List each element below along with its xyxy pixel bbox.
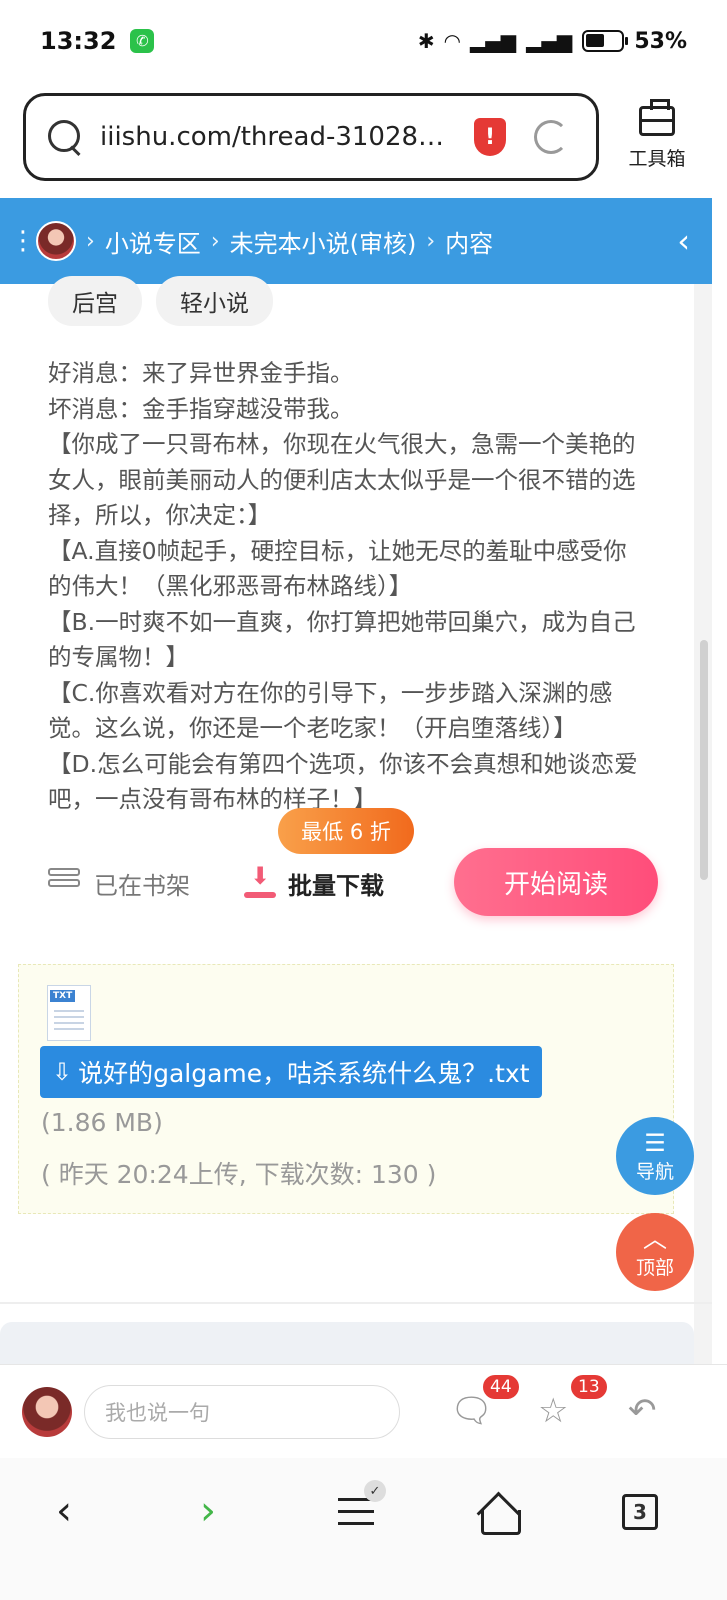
wifi-icon: ◠ bbox=[444, 29, 461, 53]
breadcrumb-item-novels[interactable]: 小说专区 bbox=[105, 224, 201, 259]
tabs-button[interactable]: 3 bbox=[622, 1494, 658, 1530]
status-time: 13:32 bbox=[40, 27, 117, 55]
comment-input[interactable]: 我也说一句 bbox=[84, 1385, 400, 1439]
favorite-count-badge: 13 bbox=[569, 1373, 609, 1401]
breadcrumb-item-unfinished[interactable]: 未完本小说(审核) bbox=[230, 224, 417, 259]
back-icon[interactable]: ‹ bbox=[56, 1488, 72, 1534]
back-to-top-label: 顶部 bbox=[635, 1257, 674, 1279]
chevron-right-icon: › bbox=[210, 228, 220, 254]
breadcrumb: ⋮ › 小说专区 › 未完本小说(审核) › 内容 ‹ bbox=[0, 198, 712, 284]
chevron-right-icon: › bbox=[86, 228, 95, 254]
txt-file-icon bbox=[47, 985, 91, 1041]
attachment-filename: 说好的galgame，咕杀系统什么鬼？.txt bbox=[78, 1059, 530, 1088]
forward-icon[interactable]: › bbox=[200, 1488, 216, 1534]
description-line: 【B.一时爽不如一直爽，你打算把她带回巢穴，成为自己的专属物！】 bbox=[48, 607, 636, 672]
tag-light-novel[interactable]: 轻小说 bbox=[156, 276, 273, 326]
home-icon[interactable] bbox=[478, 1490, 521, 1535]
phone-call-icon: ✆ bbox=[130, 29, 155, 53]
security-warning-icon[interactable]: ! bbox=[474, 118, 506, 156]
check-icon: ✓ bbox=[364, 1480, 386, 1502]
star-icon[interactable]: ☆ bbox=[538, 1391, 568, 1431]
more-vertical-icon[interactable]: ⋮ bbox=[10, 228, 36, 254]
comment-count-badge: 44 bbox=[481, 1373, 521, 1401]
navigation-float-button[interactable]: ☰ 导航 bbox=[616, 1117, 694, 1195]
bookshelf-icon bbox=[48, 868, 80, 898]
url-text[interactable]: iiishu.com/thread-310284-... bbox=[100, 122, 452, 152]
attachment-download-link[interactable]: ⇩ 说好的galgame，咕杀系统什么鬼？.txt bbox=[40, 1046, 542, 1098]
menu-icon[interactable] bbox=[338, 1498, 374, 1528]
arrow-up-icon: ︿ bbox=[643, 1225, 667, 1253]
tag-harem[interactable]: 后宫 bbox=[48, 276, 142, 326]
navigation-label: 导航 bbox=[635, 1161, 674, 1183]
discount-badge: 最低 6 折 bbox=[278, 808, 414, 854]
battery-icon bbox=[582, 30, 629, 52]
batch-download-button[interactable]: 批量下载 bbox=[288, 866, 384, 901]
reload-icon[interactable] bbox=[534, 120, 568, 154]
signal-icon-2: ▂▄▆ bbox=[526, 29, 573, 53]
battery-percent: 53% bbox=[634, 28, 687, 54]
comment-bar: 我也说一句 🗨 44 ☆ 13 ↶ bbox=[0, 1364, 727, 1458]
description-line: 【C.你喜欢看对方在你的引导下，一步步踏入深渊的感觉。这么说，你还是一个老吃家！… bbox=[48, 678, 613, 743]
avatar[interactable] bbox=[22, 1387, 72, 1437]
attachment-size: (1.86 MB) bbox=[41, 1108, 163, 1137]
tag-list: 后宫 轻小说 bbox=[48, 276, 273, 326]
status-indicators: ✱ ◠ ▂▄▆ ▂▄▆ 53% bbox=[418, 29, 687, 54]
signal-icon: ▂▄▆ bbox=[470, 29, 517, 53]
attachment-meta: ( 昨天 20:24上传, 下载次数: 130 ) bbox=[41, 1160, 437, 1189]
download-icon bbox=[244, 862, 276, 900]
download-icon: ⇩ bbox=[52, 1058, 73, 1086]
bookshelf-button[interactable]: 已在书架 bbox=[94, 866, 190, 901]
chevron-left-icon[interactable]: ‹ bbox=[677, 222, 690, 260]
description-line: 好消息：来了异世界金手指。 bbox=[48, 359, 354, 387]
description-line: 【D.怎么可能会有第四个选项，你该不会真想和她谈恋爱吧，一点没有哥布林的样子！】 bbox=[48, 749, 638, 814]
attachment-box: ⇩ 说好的galgame，咕杀系统什么鬼？.txt (1.86 MB) ( 昨天… bbox=[18, 964, 674, 1214]
description-line: 【你成了一只哥布林，你现在火气很大，急需一个美艳的女人，眼前美丽动人的便利店太太… bbox=[48, 430, 636, 529]
back-to-top-button[interactable]: ︿ 顶部 bbox=[616, 1213, 694, 1291]
book-description: 好消息：来了异世界金手指。 坏消息：金手指穿越没带我。 【你成了一只哥布林，你现… bbox=[48, 356, 648, 828]
browser-bottom-nav: ‹ › ✓ 3 bbox=[0, 1458, 727, 1600]
bluetooth-icon: ✱ bbox=[417, 29, 435, 53]
description-line: 【A.直接0帧起手，硬控目标，让她无尽的羞耻中感受你的伟大！（黑化邪恶哥布林路线… bbox=[48, 536, 627, 601]
status-bar: 13:32 ✆ ✱ ◠ ▂▄▆ ▂▄▆ 53% bbox=[0, 0, 727, 82]
chevron-right-icon: › bbox=[426, 228, 436, 254]
search-icon bbox=[46, 118, 84, 156]
breadcrumb-item-content: 内容 bbox=[445, 229, 494, 258]
scrollbar-thumb[interactable] bbox=[700, 640, 708, 880]
share-icon[interactable]: ↶ bbox=[628, 1391, 657, 1431]
menu-icon: ☰ bbox=[644, 1129, 666, 1157]
toolbox-button[interactable]: 工具箱 bbox=[622, 98, 692, 171]
avatar[interactable] bbox=[36, 221, 76, 261]
description-line: 坏消息：金手指穿越没带我。 bbox=[48, 394, 354, 423]
start-reading-button[interactable]: 开始阅读 bbox=[454, 848, 658, 916]
toolbox-icon bbox=[639, 99, 675, 136]
divider bbox=[0, 1302, 712, 1304]
book-actions: 已在书架 批量下载 开始阅读 bbox=[0, 848, 694, 918]
address-bar[interactable]: iiishu.com/thread-310284-... ! bbox=[23, 93, 599, 181]
toolbox-label: 工具箱 bbox=[628, 148, 686, 170]
